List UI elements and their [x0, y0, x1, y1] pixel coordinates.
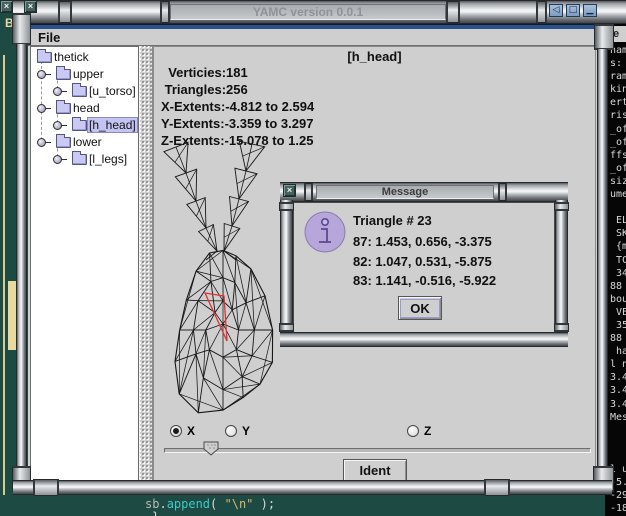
- window-title-plate: YAMC version 0.0.1: [170, 4, 446, 20]
- maximize-icon[interactable]: □: [566, 4, 580, 17]
- window-border-left: [16, 44, 27, 478]
- titlebar-joint: [536, 1, 547, 23]
- dialog-titlebar-joint: [304, 183, 313, 201]
- dialog-border-right: [555, 200, 568, 334]
- tree-handle-icon[interactable]: [37, 104, 46, 113]
- model-tree-panel: thetick upper [u_torso] head [h_head] lo…: [30, 46, 139, 481]
- tree-item-u-torso[interactable]: [u_torso]: [53, 83, 138, 99]
- dialog-title-plate: Message: [316, 185, 494, 199]
- dialog-close-icon[interactable]: ×: [283, 184, 296, 197]
- back-icon[interactable]: ◁: [549, 4, 563, 17]
- stat-vertices: Verticies:181: [161, 65, 248, 80]
- slider-thumb[interactable]: [203, 441, 220, 457]
- dialog-vertex-line: 83: 1.141, -0.516, -5.922: [353, 273, 496, 288]
- folder-icon: [56, 69, 71, 80]
- radio-z-label: Z: [424, 424, 431, 438]
- tree-item-label: thetick: [52, 50, 91, 64]
- menu-bar: File: [28, 29, 597, 46]
- slider-track[interactable]: [164, 448, 591, 453]
- window-close-icon[interactable]: ×: [24, 0, 37, 13]
- ident-button[interactable]: Ident: [343, 459, 407, 482]
- dialog-heading: Triangle # 23: [353, 213, 432, 228]
- tree-handle-icon[interactable]: [53, 121, 62, 130]
- info-icon: [304, 211, 346, 253]
- radio-y[interactable]: Y: [225, 424, 250, 438]
- window-border-right: [597, 49, 608, 478]
- window-title: YAMC version 0.0.1: [253, 5, 363, 19]
- titlebar-joint: [58, 1, 72, 23]
- panel-title: [h_head]: [154, 49, 595, 64]
- stat-triangles: Triangles:256: [161, 82, 248, 97]
- window-border-bottom: [13, 480, 612, 495]
- frame-joint: [12, 13, 31, 45]
- dialog-titlebar-joint: [498, 183, 507, 201]
- tree-item-lower[interactable]: lower: [37, 134, 104, 150]
- minimize-icon[interactable]: ▁: [583, 4, 597, 17]
- titlebar-joint: [446, 1, 460, 23]
- radio-y-icon[interactable]: [225, 425, 237, 437]
- tree-handle-icon[interactable]: [53, 155, 62, 164]
- tree-item-label: [l_legs]: [87, 152, 129, 166]
- stat-y-extents: Y-Extents:-3.359 to 3.297: [161, 116, 313, 131]
- ok-button[interactable]: OK: [398, 296, 442, 320]
- tree-item-upper[interactable]: upper: [37, 66, 106, 82]
- tree-item-label: lower: [71, 135, 104, 149]
- tree-item-label: upper: [71, 67, 106, 81]
- folder-icon: [56, 103, 71, 114]
- radio-x[interactable]: X: [170, 424, 195, 438]
- folder-icon: [72, 120, 87, 131]
- dialog-corner-joint: [279, 202, 294, 211]
- dialog-title: Message: [382, 186, 428, 198]
- folder-icon: [72, 154, 87, 165]
- radio-z-icon[interactable]: [407, 425, 419, 437]
- editor-pane: sb.append( "\n" ); }: [0, 495, 626, 516]
- dialog-corner-joint: [279, 323, 294, 332]
- editor-code-line: sb.append( "\n" );: [145, 497, 275, 511]
- dialog-vertex-line: 82: 1.047, 0.531, -5.875: [353, 254, 492, 269]
- dialog-corner-joint: [554, 323, 569, 332]
- menu-file[interactable]: File: [38, 30, 60, 45]
- background-window-border: [3, 55, 5, 516]
- tree-item-l-legs[interactable]: [l_legs]: [53, 151, 129, 167]
- tree-item-h-head[interactable]: [h_head]: [53, 117, 138, 133]
- terminal-text: nam s: ram kin ert ris _of _of ffs _of s…: [610, 44, 626, 515]
- radio-x-icon[interactable]: [170, 425, 182, 437]
- folder-icon: [37, 52, 52, 63]
- dialog-body: Triangle # 23 87: 1.453, 0.656, -3.375 8…: [293, 202, 555, 334]
- tree-handle-icon[interactable]: [37, 138, 46, 147]
- dialog-vertex-line: 87: 1.453, 0.656, -3.375: [353, 234, 492, 249]
- dialog-border-bottom: [280, 332, 568, 347]
- background-window-close-icon[interactable]: ×: [0, 0, 13, 13]
- radio-z[interactable]: Z: [407, 424, 431, 438]
- radio-x-label: X: [187, 424, 195, 438]
- frame-joint: [594, 24, 614, 50]
- tree-item-label: [u_torso]: [87, 84, 138, 98]
- folder-icon: [56, 137, 71, 148]
- dialog-border-left: [280, 200, 293, 334]
- frame-joint: [484, 479, 510, 496]
- folder-icon: [72, 86, 87, 97]
- dialog-corner-joint: [554, 202, 569, 211]
- tree-item-label: head: [71, 101, 102, 115]
- tree-handle-icon[interactable]: [37, 70, 46, 79]
- editor-code-line-2: }: [152, 510, 159, 516]
- tree-item-thetick[interactable]: thetick: [37, 49, 91, 65]
- tree-item-head[interactable]: head: [37, 100, 102, 116]
- radio-y-label: Y: [242, 424, 250, 438]
- desktop: Bo sb.append( "\n" ); } e nam s: ram kin…: [0, 0, 626, 516]
- titlebar-joint: [160, 1, 170, 23]
- tree-item-label-selected: [h_head]: [87, 117, 138, 133]
- tree-handle-icon[interactable]: [53, 87, 62, 96]
- frame-joint: [33, 479, 59, 496]
- stat-x-extents: X-Extents:-4.812 to 2.594: [161, 99, 314, 114]
